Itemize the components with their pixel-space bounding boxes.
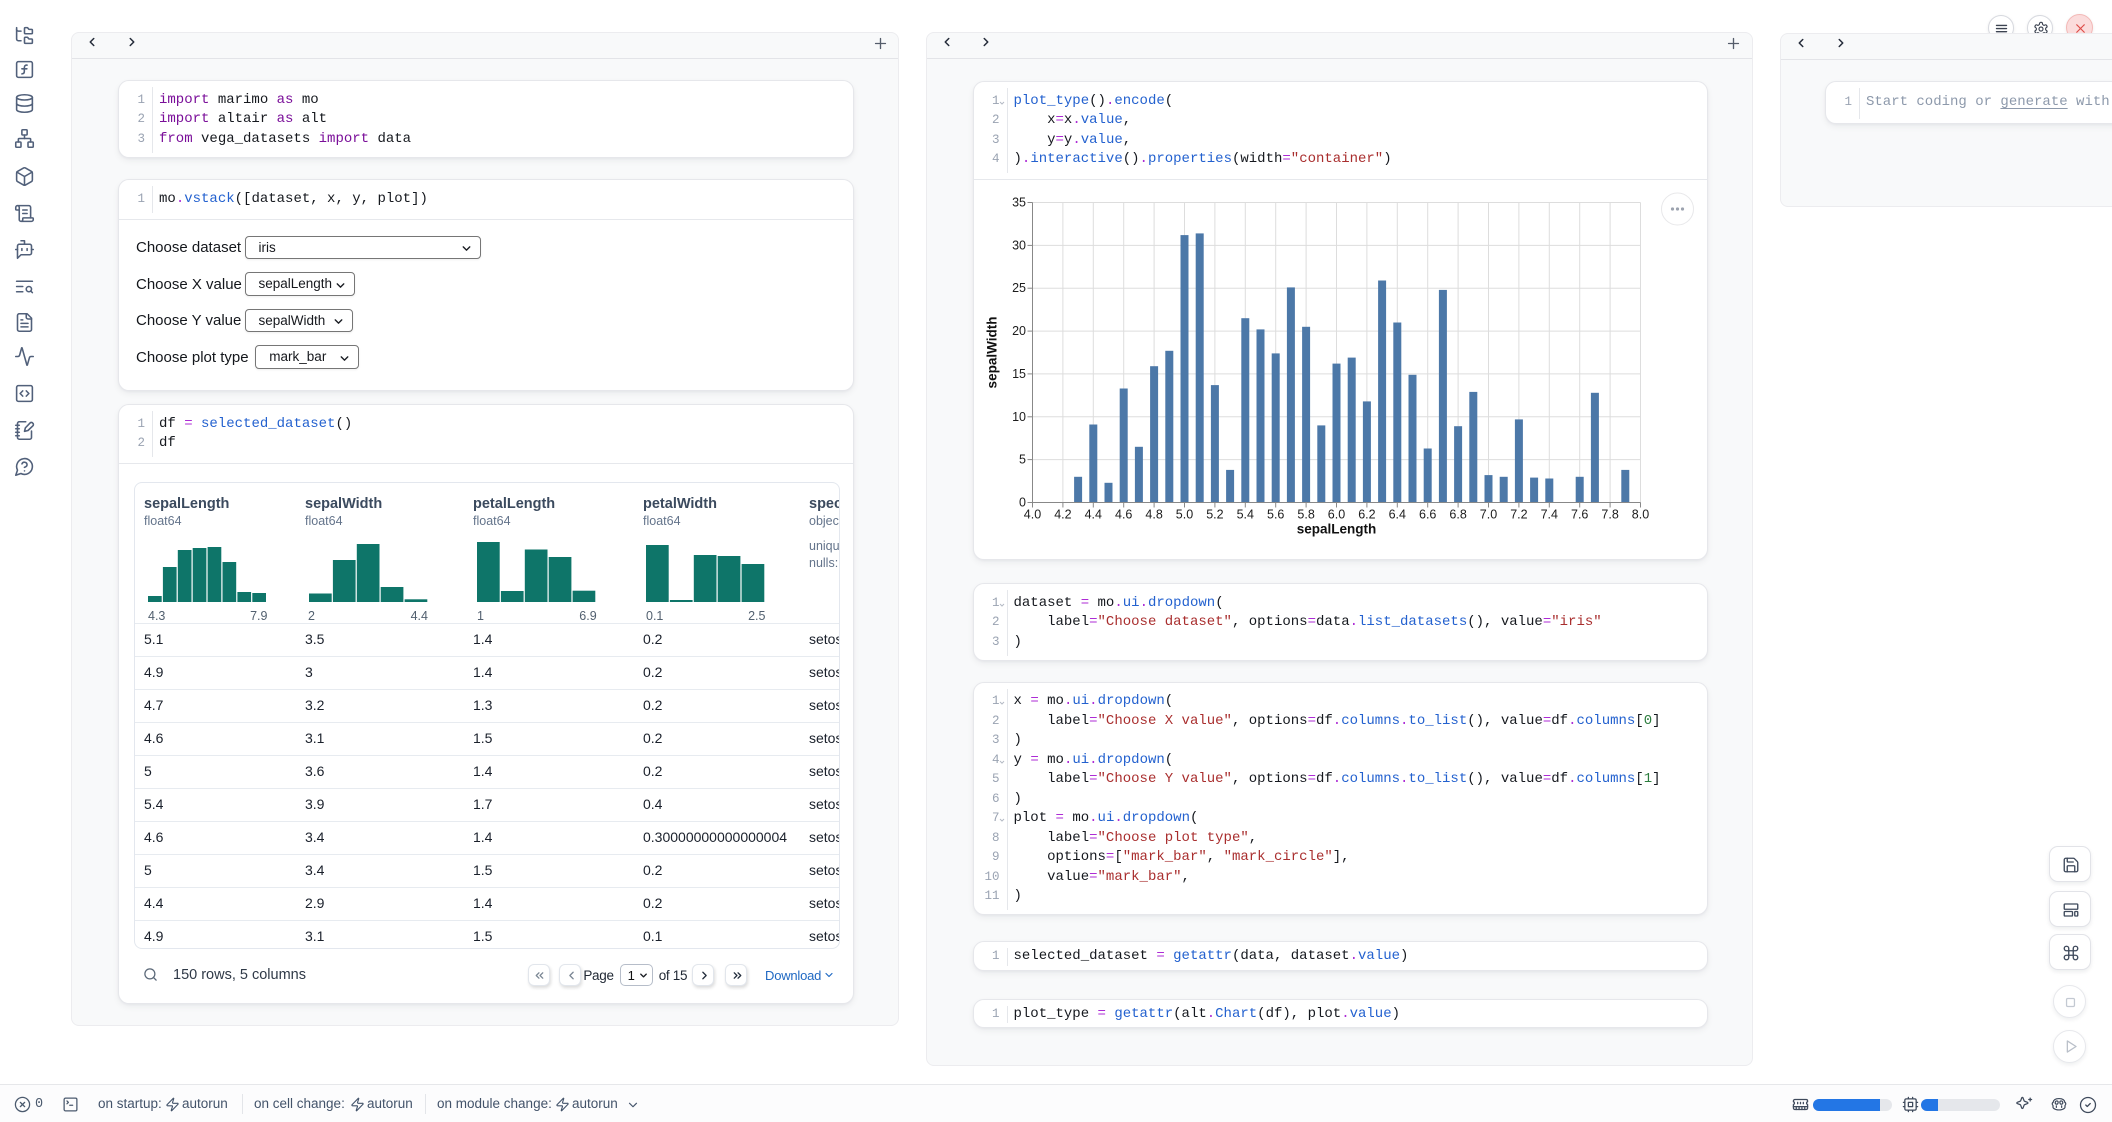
- svg-text:5: 5: [1019, 453, 1026, 467]
- svg-text:5.2: 5.2: [1206, 508, 1223, 522]
- svg-text:5.8: 5.8: [1297, 508, 1314, 522]
- svg-text:25: 25: [1012, 281, 1026, 295]
- svg-text:20: 20: [1012, 324, 1026, 338]
- svg-text:35: 35: [1012, 196, 1026, 210]
- svg-text:4.0: 4.0: [1023, 508, 1040, 522]
- svg-text:6.4: 6.4: [1388, 508, 1405, 522]
- svg-text:5.0: 5.0: [1175, 508, 1192, 522]
- svg-text:sepalWidth: sepalWidth: [984, 317, 999, 389]
- svg-text:5.4: 5.4: [1236, 508, 1253, 522]
- svg-text:4.8: 4.8: [1145, 508, 1162, 522]
- svg-text:7.2: 7.2: [1510, 508, 1527, 522]
- svg-text:7.0: 7.0: [1479, 508, 1496, 522]
- svg-text:5.6: 5.6: [1267, 508, 1284, 522]
- svg-text:7.8: 7.8: [1601, 508, 1618, 522]
- svg-text:6.0: 6.0: [1327, 508, 1344, 522]
- svg-text:4.6: 4.6: [1115, 508, 1132, 522]
- svg-text:6.8: 6.8: [1449, 508, 1466, 522]
- svg-text:sepalLength: sepalLength: [1296, 522, 1376, 537]
- svg-text:4.2: 4.2: [1054, 508, 1071, 522]
- svg-text:6.6: 6.6: [1419, 508, 1436, 522]
- svg-text:6.2: 6.2: [1358, 508, 1375, 522]
- svg-text:4.4: 4.4: [1084, 508, 1101, 522]
- svg-text:7.6: 7.6: [1571, 508, 1588, 522]
- svg-text:30: 30: [1012, 238, 1026, 252]
- svg-text:7.4: 7.4: [1540, 508, 1557, 522]
- svg-text:10: 10: [1012, 410, 1026, 424]
- svg-text:8.0: 8.0: [1631, 508, 1648, 522]
- svg-text:15: 15: [1012, 367, 1026, 381]
